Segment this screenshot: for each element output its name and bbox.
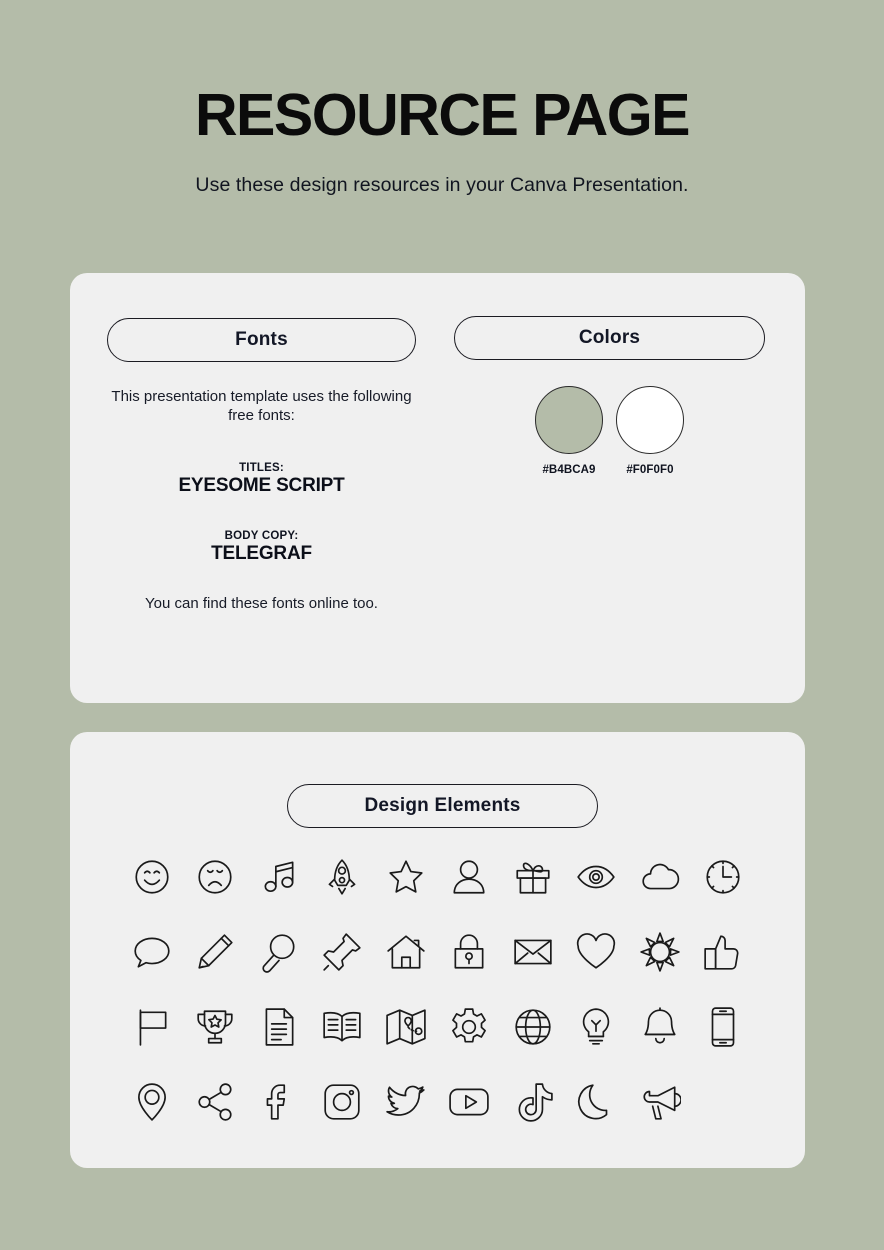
- speech-bubble-icon[interactable]: [120, 920, 184, 983]
- body-font-kicker: BODY COPY:: [224, 529, 299, 542]
- star-icon[interactable]: [374, 845, 438, 908]
- document-icon[interactable]: [247, 995, 311, 1058]
- design-elements-icon-grid: [120, 845, 755, 1133]
- house-icon[interactable]: [374, 920, 438, 983]
- page-subtitle: Use these design resources in your Canva…: [195, 174, 689, 196]
- trophy-icon[interactable]: [184, 995, 248, 1058]
- fonts-and-colors-card: Fonts Colors This presentation template …: [70, 273, 805, 703]
- book-icon[interactable]: [311, 995, 375, 1058]
- globe-icon[interactable]: [501, 995, 565, 1058]
- gear-icon[interactable]: [438, 995, 502, 1058]
- titles-font-block: TITLES: EYESOME SCRIPT: [107, 462, 416, 497]
- lightbulb-icon[interactable]: [565, 995, 629, 1058]
- moon-icon[interactable]: [565, 1070, 629, 1133]
- color-swatch[interactable]: #F0F0F0: [616, 386, 684, 476]
- clock-icon[interactable]: [692, 845, 756, 908]
- fonts-footer-text: You can find these fonts online too.: [145, 595, 378, 612]
- share-icon[interactable]: [184, 1070, 248, 1133]
- sad-face-icon[interactable]: [184, 845, 248, 908]
- page-title: RESOURCE PAGE: [194, 82, 691, 148]
- twitter-icon[interactable]: [374, 1070, 438, 1133]
- youtube-icon[interactable]: [438, 1070, 502, 1133]
- sun-icon[interactable]: [628, 920, 692, 983]
- map-icon[interactable]: [374, 995, 438, 1058]
- pencil-icon[interactable]: [184, 920, 248, 983]
- color-swatch[interactable]: #B4BCA9: [535, 386, 603, 476]
- cloud-icon[interactable]: [628, 845, 692, 908]
- design-elements-heading-label: Design Elements: [364, 795, 521, 816]
- magnifying-glass-icon[interactable]: [247, 920, 311, 983]
- gift-icon[interactable]: [501, 845, 565, 908]
- body-font-block: BODY COPY: TELEGRAF: [107, 530, 416, 565]
- colors-heading-pill[interactable]: Colors: [454, 316, 765, 360]
- tiktok-icon[interactable]: [501, 1070, 565, 1133]
- titles-font-name: EYESOME SCRIPT: [178, 474, 345, 496]
- fonts-heading-label: Fonts: [235, 329, 288, 350]
- eye-icon[interactable]: [565, 845, 629, 908]
- push-pin-icon[interactable]: [311, 920, 375, 983]
- fonts-heading-pill[interactable]: Fonts: [107, 318, 416, 362]
- phone-icon[interactable]: [692, 995, 756, 1058]
- fonts-info-column: This presentation template uses the foll…: [107, 388, 416, 565]
- color-swatch-circle[interactable]: [616, 386, 684, 454]
- color-swatch-circle[interactable]: [535, 386, 603, 454]
- color-swatch-list: #B4BCA9 #F0F0F0: [454, 386, 765, 476]
- music-note-icon[interactable]: [247, 845, 311, 908]
- thumbs-up-icon[interactable]: [692, 920, 756, 983]
- flag-icon[interactable]: [120, 995, 184, 1058]
- heart-icon[interactable]: [565, 920, 629, 983]
- design-elements-heading-pill[interactable]: Design Elements: [287, 784, 598, 828]
- lock-icon[interactable]: [438, 920, 502, 983]
- page-header: RESOURCE PAGE Use these design resources…: [0, 0, 884, 197]
- megaphone-icon[interactable]: [628, 1070, 692, 1133]
- fonts-intro-text: This presentation template uses the foll…: [111, 388, 412, 424]
- bell-icon[interactable]: [628, 995, 692, 1058]
- instagram-icon[interactable]: [311, 1070, 375, 1133]
- rocket-icon[interactable]: [311, 845, 375, 908]
- design-elements-card: Design Elements: [70, 732, 805, 1168]
- color-swatch-label: #F0F0F0: [626, 464, 674, 476]
- location-pin-icon[interactable]: [120, 1070, 184, 1133]
- person-icon[interactable]: [438, 845, 502, 908]
- body-font-name: TELEGRAF: [211, 542, 312, 564]
- colors-heading-label: Colors: [578, 327, 641, 348]
- facebook-icon[interactable]: [247, 1070, 311, 1133]
- envelope-icon[interactable]: [501, 920, 565, 983]
- smiley-face-icon[interactable]: [120, 845, 184, 908]
- titles-font-kicker: TITLES:: [239, 461, 284, 474]
- color-swatch-label: #B4BCA9: [542, 464, 596, 476]
